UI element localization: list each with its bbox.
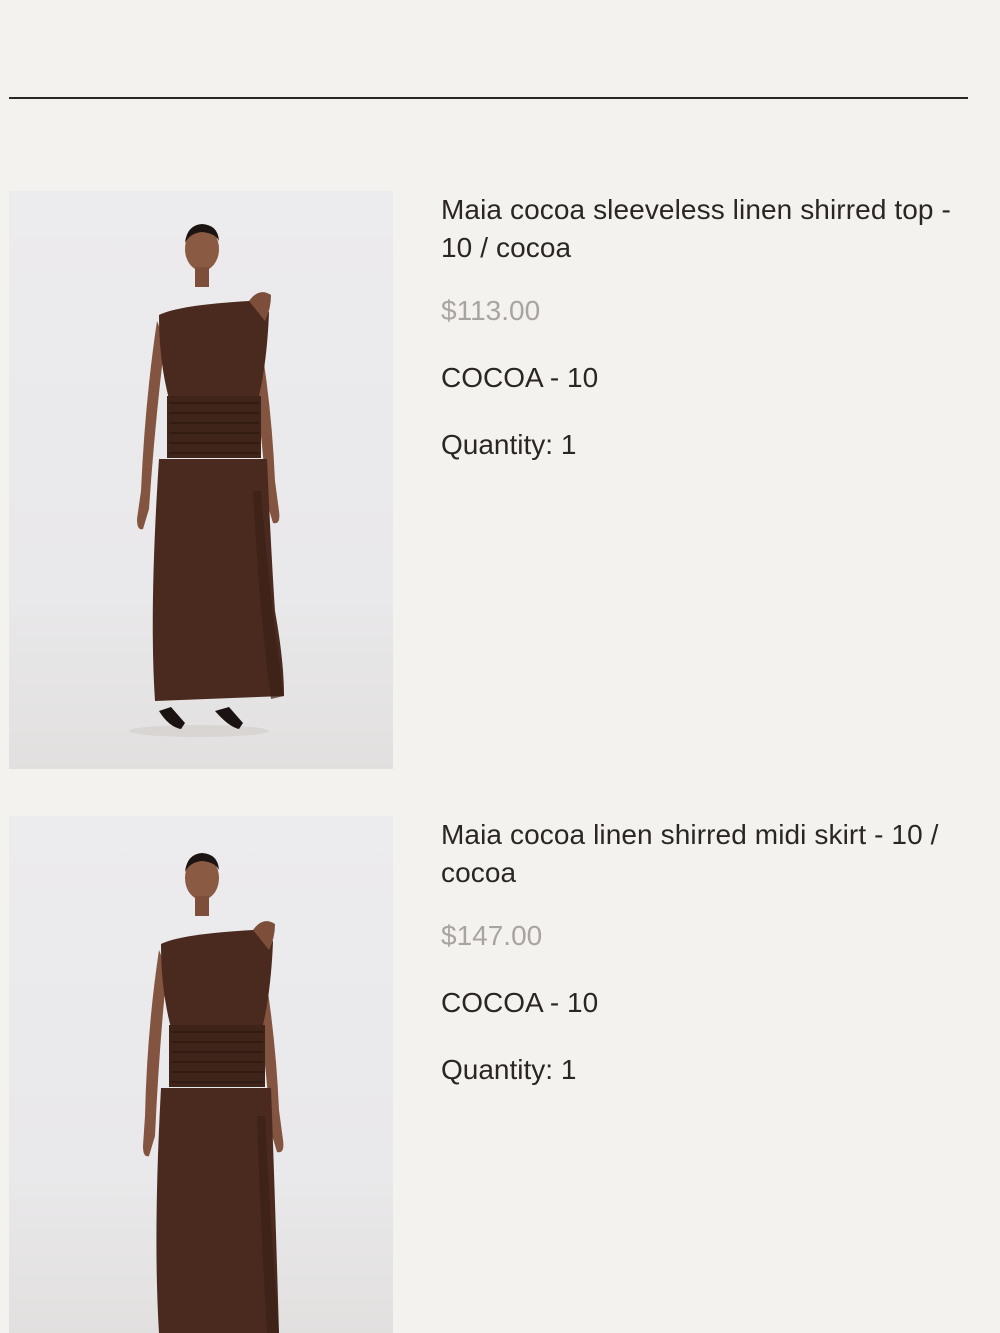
header-divider [9, 97, 968, 99]
product-variant: COCOA - 10 [441, 362, 599, 393]
product-image[interactable] [9, 191, 393, 769]
product-price: $147.00 [441, 920, 543, 951]
item-details: Maia cocoa linen shirred midi skirt - 10… [441, 816, 961, 1087]
model-illustration [143, 853, 284, 1333]
model-illustration [129, 224, 284, 737]
product-price: $113.00 [441, 295, 541, 326]
product-quantity: Quantity: 1 [441, 429, 577, 460]
cart-item: Maia cocoa sleeveless linen shirred top … [0, 191, 1000, 769]
item-details: Maia cocoa sleeveless linen shirred top … [441, 191, 961, 462]
product-title[interactable]: Maia cocoa sleeveless linen shirred top … [441, 191, 961, 267]
product-title[interactable]: Maia cocoa linen shirred midi skirt - 10… [441, 816, 961, 892]
product-image[interactable] [9, 816, 393, 1333]
product-variant: COCOA - 10 [441, 987, 599, 1018]
cart-item: Maia cocoa linen shirred midi skirt - 10… [0, 816, 1000, 1333]
product-quantity: Quantity: 1 [441, 1054, 577, 1085]
